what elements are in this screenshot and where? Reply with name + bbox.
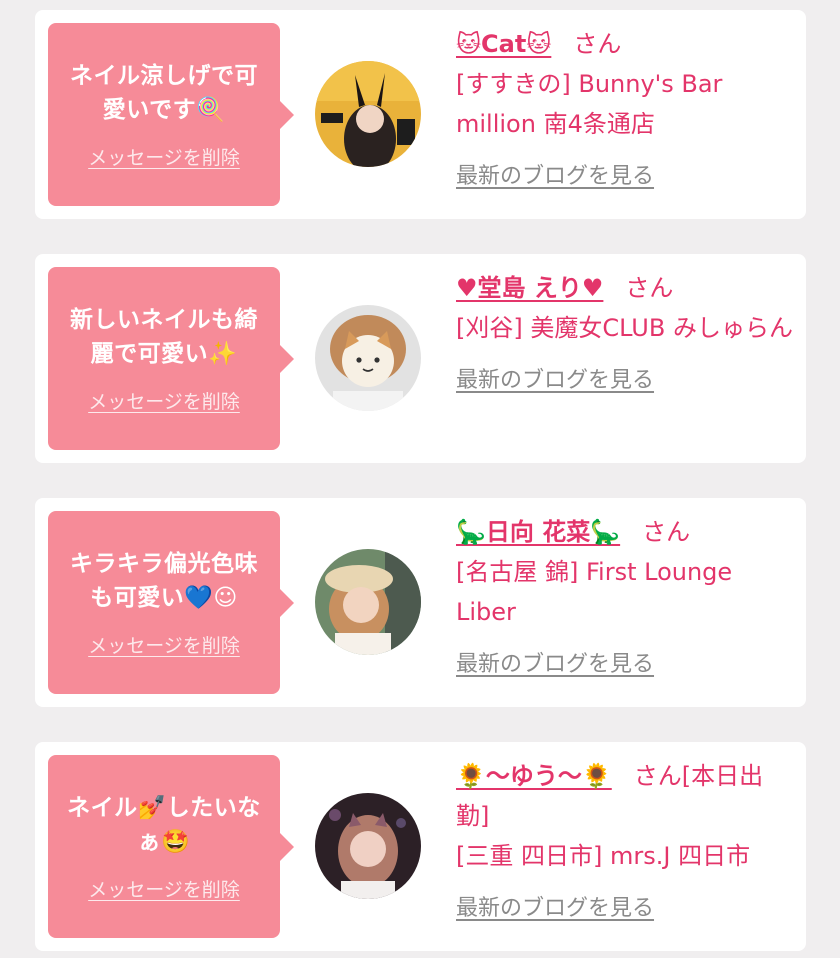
message-text: 新しいネイルも綺麗で可愛い✨ <box>70 307 258 367</box>
shop-name: [三重 四日市] mrs.J 四日市 <box>456 842 751 870</box>
message-card: ネイル💅したいなぁ🤩 メッセージを削除 🌻〜ゆう〜🌻 さん[本日出勤] [三重 四… <box>35 742 806 951</box>
delete-message-button[interactable]: メッセージを削除 <box>88 387 240 414</box>
avatar-image <box>315 549 421 655</box>
message-card: ネイル涼しげで可愛いです🍭 メッセージを削除 🐱Cat🐱 さん [すすきの] Bu… <box>35 10 806 219</box>
sender-info: ♥堂島 えり♥ さん [刈谷] 美魔女CLUB みしゅらん 最新のブログを見る <box>456 268 796 394</box>
message-card: 新しいネイルも綺麗で可愛い✨ メッセージを削除 ♥堂島 えり♥ さん [刈谷] 美… <box>35 254 806 463</box>
sender-name-link[interactable]: ♥堂島 えり♥ <box>456 274 603 302</box>
avatar-image <box>315 305 421 411</box>
shop-name: [名古屋 錦] First Lounge Liber <box>456 558 733 626</box>
message-text: ネイル💅したいなぁ🤩 <box>67 795 261 855</box>
sender-info: 🦕日向 花菜🦕 さん [名古屋 錦] First Lounge Liber 最新の… <box>456 512 796 678</box>
sender-name-line: 🐱Cat🐱 さん <box>456 24 796 64</box>
shop-name: [すすきの] Bunny's Bar million 南4条通店 <box>456 70 723 138</box>
message-bubble: キラキラ偏光色味も可愛い💙☺ メッセージを削除 <box>48 511 294 694</box>
avatar[interactable] <box>315 305 421 411</box>
avatar[interactable] <box>315 549 421 655</box>
view-latest-blog-link[interactable]: 最新のブログを見る <box>456 158 654 190</box>
message-card: キラキラ偏光色味も可愛い💙☺ メッセージを削除 🦕日向 花菜🦕 さん [名古屋 錦… <box>35 498 806 707</box>
view-latest-blog-link[interactable]: 最新のブログを見る <box>456 362 654 394</box>
message-bubble: ネイル涼しげで可愛いです🍭 メッセージを削除 <box>48 23 294 206</box>
avatar-image <box>315 793 421 899</box>
delete-message-button[interactable]: メッセージを削除 <box>88 631 240 658</box>
sender-name-link[interactable]: 🐱Cat🐱 <box>456 30 551 58</box>
message-bubble: 新しいネイルも綺麗で可愛い✨ メッセージを削除 <box>48 267 294 450</box>
honorific: さん <box>573 30 622 58</box>
message-list: ネイル涼しげで可愛いです🍭 メッセージを削除 🐱Cat🐱 さん [すすきの] Bu… <box>0 0 840 958</box>
sender-name-line: ♥堂島 えり♥ さん <box>456 268 796 308</box>
message-bubble: ネイル💅したいなぁ🤩 メッセージを削除 <box>48 755 294 938</box>
sender-info: 🐱Cat🐱 さん [すすきの] Bunny's Bar million 南4条通店… <box>456 24 796 190</box>
sender-name-link[interactable]: 🌻〜ゆう〜🌻 <box>456 762 612 790</box>
avatar[interactable] <box>315 61 421 167</box>
message-text: ネイル涼しげで可愛いです🍭 <box>70 63 258 123</box>
sender-info: 🌻〜ゆう〜🌻 さん[本日出勤] [三重 四日市] mrs.J 四日市 最新のブログ… <box>456 756 796 922</box>
honorific: さん <box>625 274 674 302</box>
view-latest-blog-link[interactable]: 最新のブログを見る <box>456 890 654 922</box>
sender-name-line: 🌻〜ゆう〜🌻 さん[本日出勤] <box>456 756 796 836</box>
honorific: さん <box>642 518 691 546</box>
message-text: キラキラ偏光色味も可愛い💙☺ <box>70 551 258 611</box>
avatar-image <box>315 61 421 167</box>
delete-message-button[interactable]: メッセージを削除 <box>88 143 240 170</box>
sender-name-link[interactable]: 🦕日向 花菜🦕 <box>456 518 620 546</box>
view-latest-blog-link[interactable]: 最新のブログを見る <box>456 646 654 678</box>
avatar[interactable] <box>315 793 421 899</box>
sender-name-line: 🦕日向 花菜🦕 さん <box>456 512 796 552</box>
shop-name: [刈谷] 美魔女CLUB みしゅらん <box>456 314 793 342</box>
delete-message-button[interactable]: メッセージを削除 <box>88 875 240 902</box>
